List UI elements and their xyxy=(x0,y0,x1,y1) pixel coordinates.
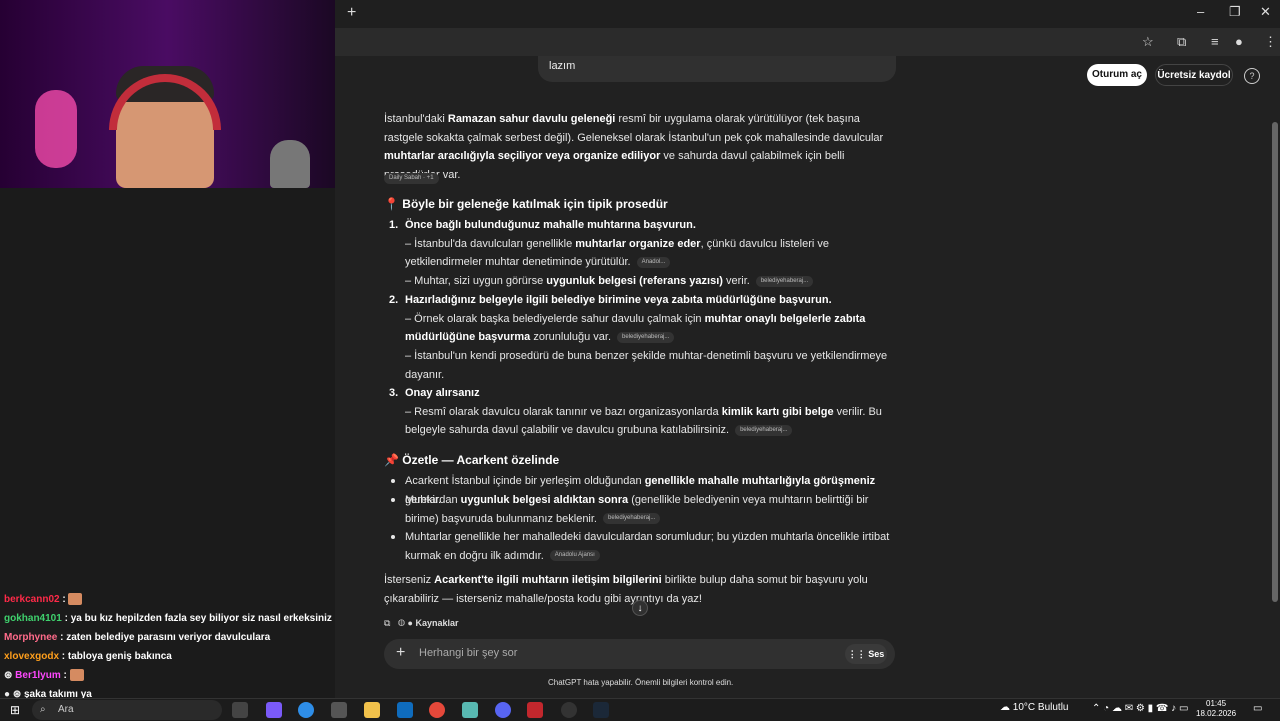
intro-paragraph: İstanbul'daki Ramazan sahur davulu gelen… xyxy=(384,113,884,182)
chat-username: Ber1lyum xyxy=(15,670,61,681)
chrome-icon[interactable] xyxy=(429,702,445,718)
summary-bullet-3: Muhtarlar genellikle her mahalledeki dav… xyxy=(405,531,890,562)
app-icon[interactable] xyxy=(462,702,478,718)
media-icon[interactable]: ≡ xyxy=(1211,34,1219,49)
menu-icon[interactable]: ⋮ xyxy=(1264,34,1277,50)
new-tab-button[interactable]: + xyxy=(347,4,356,22)
restore-button[interactable]: ❐ xyxy=(1229,4,1241,20)
minimize-button[interactable]: – xyxy=(1197,4,1204,19)
chat-username: berkcann02 xyxy=(4,594,60,605)
voice-button[interactable]: ⋮⋮ Ses xyxy=(845,644,887,664)
browser-tabstrip: + – ❐ ✕ xyxy=(335,0,1280,28)
source-chip[interactable]: belediyehaberaj... xyxy=(617,332,675,343)
stream-overlay: berkcann02 : gokhan4101 : ya bu kız hepi… xyxy=(0,0,362,700)
explorer-icon[interactable] xyxy=(364,702,380,718)
step-number: 1. xyxy=(389,219,399,231)
globe-icon[interactable]: ◍ xyxy=(398,618,405,628)
webcam-feed xyxy=(0,0,335,188)
weather-widget[interactable]: ☁ 10°C Bulutlu xyxy=(1000,702,1068,713)
app-icon[interactable] xyxy=(527,702,543,718)
step-number: 2. xyxy=(389,294,399,306)
scrollbar-thumb[interactable] xyxy=(1272,122,1278,602)
source-chip[interactable]: Anadolu Ajansı xyxy=(549,550,600,562)
source-chip[interactable]: belediyehaberaj... xyxy=(755,275,814,287)
chat-message: xlovexgodx : tabloya geniş bakınca xyxy=(4,651,172,662)
live-chat: berkcann02 : gokhan4101 : ya bu kız hepi… xyxy=(4,590,363,704)
source-chip[interactable]: belediyehaberaj... xyxy=(735,425,793,436)
chat-message: gokhan4101 : ya bu kız hepilzden fazla s… xyxy=(4,613,363,624)
clock[interactable]: 01:45 18.02.2026 xyxy=(1196,699,1236,719)
step-2: Hazırladığınız belgeyle ilgili belediye … xyxy=(405,294,888,381)
chat-message: berkcann02 : xyxy=(4,590,334,609)
step-number: 3. xyxy=(389,387,399,399)
chat-message: Morphynee : zaten belediye parasını veri… xyxy=(4,632,271,643)
copilot-icon[interactable] xyxy=(266,702,282,718)
scroll-down-button[interactable]: ↓ xyxy=(632,600,648,616)
windows-start-icon[interactable]: ⊞ xyxy=(10,703,20,717)
summary-bullet-2: Muhtardan uygunluk belgesi aldıktan sonr… xyxy=(405,494,869,525)
chat-message: ⊛ Ber1lyum : xyxy=(4,666,334,685)
prompt-composer[interactable]: + Herhangi bir şey sor ⋮⋮ Ses xyxy=(384,639,895,669)
scrollbar[interactable] xyxy=(1270,60,1280,620)
profile-icon[interactable]: ● xyxy=(1235,34,1243,49)
step-3: Onay alırsanız – Resmî olarak davulcu ol… xyxy=(405,387,882,437)
bullet-icon xyxy=(391,479,395,483)
star-icon[interactable]: ☆ xyxy=(1142,34,1154,50)
sources-button[interactable]: Kaynaklar xyxy=(416,618,459,628)
prompt-input[interactable]: Herhangi bir şey sor xyxy=(419,647,517,659)
login-button[interactable]: Oturum aç xyxy=(1087,64,1147,86)
section-heading-summary: 📌 Özetle — Acarkent özelinde xyxy=(384,453,560,467)
source-chip[interactable]: belediyehaberaj... xyxy=(603,513,661,525)
signup-button[interactable]: Ücretsiz kaydol xyxy=(1155,64,1233,86)
sources-icon: ● xyxy=(407,618,413,628)
microphone xyxy=(270,140,310,188)
close-window-button[interactable]: ✕ xyxy=(1260,4,1271,20)
steam-icon[interactable] xyxy=(593,702,609,718)
notification-icon[interactable]: ▭ xyxy=(1253,703,1262,714)
edge-icon[interactable] xyxy=(298,702,314,718)
message-actions: ⧉ ◍ ● Kaynaklar xyxy=(384,618,459,629)
browser-toolbar: ☆ ⧉ ≡ ● ⋮ xyxy=(335,28,1280,56)
step-1: Önce bağlı bulunduğunuz mahalle muhtarın… xyxy=(405,219,829,288)
chat-username: xlovexgodx xyxy=(4,651,60,662)
voice-icon: ⋮⋮ xyxy=(847,649,869,659)
task-view-icon[interactable] xyxy=(232,702,248,718)
source-chip[interactable]: Anadol... xyxy=(636,257,671,268)
windows-taskbar: ⊞ ⌕ Ara ☁ 10°C Bulutlu ⌃ ◔ ☁ ✉ ⚙ ▮ ☎ ♪ ▭ … xyxy=(0,698,1280,721)
cloud-icon: ☁ xyxy=(1000,702,1013,713)
chat-username: Morphynee xyxy=(4,632,58,643)
help-icon[interactable]: ? xyxy=(1244,68,1260,84)
taskbar-search[interactable]: ⌕ Ara xyxy=(32,700,222,720)
tray-icons[interactable]: ⌃ ◔ ☁ ✉ ⚙ ▮ ☎ ♪ ▭ xyxy=(1092,703,1188,714)
search-icon: ⌕ xyxy=(40,704,46,715)
extension-icon[interactable]: ⧉ xyxy=(1177,34,1186,50)
chat-emote-icon xyxy=(69,669,84,682)
outlook-icon[interactable] xyxy=(397,702,413,718)
discord-icon[interactable] xyxy=(495,702,511,718)
bullet-icon xyxy=(391,498,395,502)
store-icon[interactable] xyxy=(331,702,347,718)
copy-icon[interactable]: ⧉ xyxy=(384,618,390,628)
chat-emote-icon xyxy=(68,593,83,606)
bullet-icon xyxy=(391,535,395,539)
app-icon[interactable] xyxy=(561,702,577,718)
guitar-light xyxy=(35,90,77,168)
disclaimer: ChatGPT hata yapabilir. Önemli bilgileri… xyxy=(548,678,734,687)
user-message-bubble: lazım xyxy=(538,56,896,82)
section-heading-procedure: 📍 Böyle bir geleneğe katılmak için tipik… xyxy=(384,197,668,211)
badge-icon: ⊛ xyxy=(4,670,16,681)
attach-button[interactable]: + xyxy=(396,644,405,662)
chat-username: gokhan4101 xyxy=(4,613,62,624)
source-chip[interactable]: Daily Sabah · +1 xyxy=(384,170,439,188)
